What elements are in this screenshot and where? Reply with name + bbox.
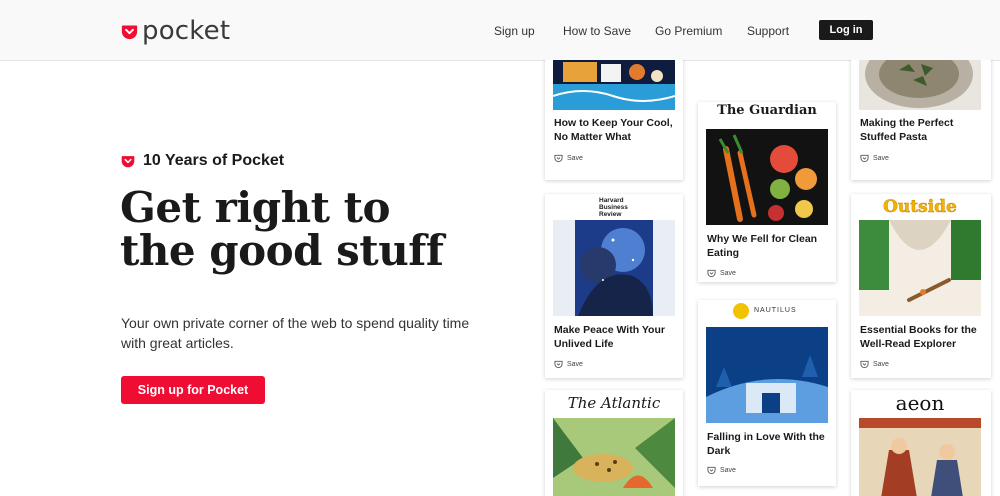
save-button[interactable]: Save xyxy=(860,360,889,369)
logo-text: pocket xyxy=(142,16,231,46)
article-card[interactable]: aeon xyxy=(851,390,991,496)
article-image xyxy=(553,60,675,110)
article-card[interactable]: Making the Perfect Stuffed Pasta Save xyxy=(851,60,991,180)
article-card[interactable]: The Atlantic xyxy=(545,390,683,496)
publisher-name: Outside xyxy=(883,197,957,218)
nav-sign-up[interactable]: Sign up xyxy=(494,24,535,38)
article-title[interactable]: Making the Perfect Stuffed Pasta xyxy=(860,117,984,144)
article-title[interactable]: Make Peace With Your Unlived Life xyxy=(554,324,678,351)
publisher-name: The Guardian xyxy=(717,103,817,118)
save-icon xyxy=(707,466,716,475)
article-image xyxy=(706,327,828,423)
article-image xyxy=(859,220,981,316)
headline-line-2: the good stuff xyxy=(120,226,444,275)
sign-up-button[interactable]: Sign up for Pocket xyxy=(121,376,265,404)
hero-subheading: Your own private corner of the web to sp… xyxy=(121,315,470,351)
article-image xyxy=(553,220,675,316)
article-image xyxy=(553,418,675,496)
save-label: Save xyxy=(567,155,583,162)
save-label: Save xyxy=(567,361,583,368)
nav-support[interactable]: Support xyxy=(747,24,789,38)
article-title[interactable]: Falling in Love With the Dark xyxy=(707,431,831,458)
publisher-name: aeon xyxy=(895,391,945,415)
save-label: Save xyxy=(720,270,736,277)
save-button[interactable]: Save xyxy=(707,269,736,278)
save-icon xyxy=(554,360,563,369)
article-title[interactable]: Essential Books for the Well-Read Explor… xyxy=(860,324,984,351)
save-label: Save xyxy=(720,467,736,474)
article-image xyxy=(859,60,981,110)
save-button[interactable]: Save xyxy=(707,466,736,475)
top-navigation-bar: pocket Sign up How to Save Go Premium Su… xyxy=(0,0,1000,61)
save-icon xyxy=(860,360,869,369)
headline-line-1: Get right to xyxy=(120,183,391,232)
article-title[interactable]: How to Keep Your Cool, No Matter What xyxy=(554,117,678,144)
hero-headline: Get right to the good stuff xyxy=(120,186,480,272)
article-title[interactable]: Why We Fell for Clean Eating xyxy=(707,233,831,260)
save-button[interactable]: Save xyxy=(554,154,583,163)
save-button[interactable]: Save xyxy=(554,360,583,369)
nautilus-logo-icon xyxy=(733,303,749,319)
article-card[interactable]: Harvard Business Review Make Peace With … xyxy=(545,194,683,378)
article-card[interactable]: Outside Essential Books for the Well-Rea… xyxy=(851,194,991,378)
nav-go-premium[interactable]: Go Premium xyxy=(655,24,722,38)
anniversary-label: 10 Years of Pocket xyxy=(121,152,284,170)
publisher-name: Harvard Business Review xyxy=(599,197,628,218)
pocket-logo[interactable]: pocket xyxy=(121,16,230,46)
save-icon xyxy=(707,269,716,278)
save-label: Save xyxy=(873,155,889,162)
log-in-button[interactable]: Log in xyxy=(819,20,873,40)
article-image xyxy=(706,129,828,225)
article-card[interactable]: NAUTILUS Falling in Love With the Dark S… xyxy=(698,300,836,486)
publisher-name: The Atlantic xyxy=(567,394,661,412)
anniversary-text: 10 Years of Pocket xyxy=(143,152,285,169)
article-image xyxy=(859,418,981,496)
article-card[interactable]: The Guardian Why We Fell for Clean Eatin… xyxy=(698,102,836,282)
save-label: Save xyxy=(873,361,889,368)
save-button[interactable]: Save xyxy=(860,154,889,163)
pocket-logo-icon xyxy=(121,25,138,39)
pocket-logo-icon xyxy=(121,156,135,168)
article-card[interactable]: How to Keep Your Cool, No Matter What Sa… xyxy=(545,60,683,180)
publisher-name: NAUTILUS xyxy=(754,307,797,314)
nav-how-to-save[interactable]: How to Save xyxy=(563,24,631,38)
save-icon xyxy=(554,154,563,163)
save-icon xyxy=(860,154,869,163)
article-card-grid: How to Keep Your Cool, No Matter What Sa… xyxy=(520,60,1000,496)
